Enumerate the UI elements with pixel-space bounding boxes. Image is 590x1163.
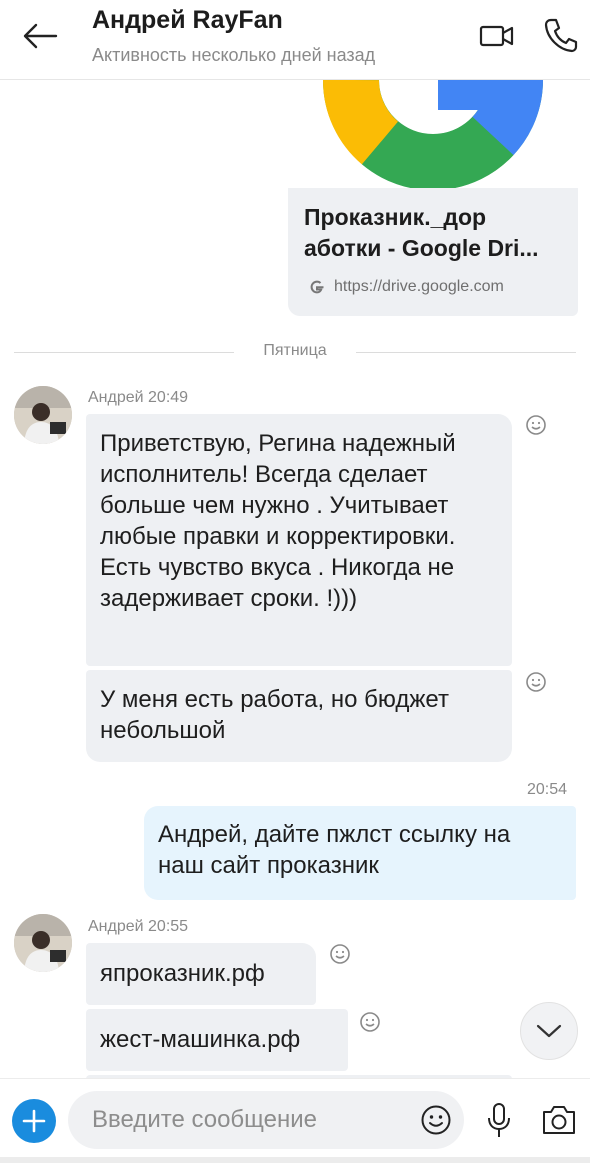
message-bubble[interactable]: жест-машинка.рф [86,1009,348,1071]
chevron-down-icon [536,1024,562,1038]
message-composer [0,1078,590,1163]
google-logo-thumbnail [288,80,578,188]
contact-name[interactable]: Андрей RayFan [92,6,283,35]
camera-button[interactable] [540,1103,578,1137]
link-preview-card[interactable]: Проказник._дор аботки - Google Dri... ht… [288,80,578,316]
message-bubble[interactable]: У меня есть работа, но бюджет небольшой [86,670,512,762]
chat-history[interactable]: Проказник._дор аботки - Google Dri... ht… [0,80,590,1078]
message-bubble[interactable]: Приветствую, Регина надежный исполнитель… [86,414,512,666]
date-label: Пятница [263,342,327,359]
camera-icon [543,1106,575,1134]
avatar[interactable] [14,914,72,972]
message-bubble-outgoing[interactable]: Андрей, дайте пжлст ссылку на наш сайт п… [144,806,576,900]
smiley-icon [421,1105,451,1135]
react-button[interactable] [524,413,548,437]
date-separator: Пятница [14,342,576,362]
react-button[interactable] [358,1010,382,1034]
google-g-icon [310,280,324,294]
add-button[interactable] [12,1099,56,1143]
scroll-to-bottom-button[interactable] [520,1002,578,1060]
chat-header: Андрей RayFan Активность несколько дней … [0,0,590,80]
voice-call-button[interactable] [542,16,578,54]
plus-icon [22,1109,46,1133]
message-time: 20:54 [527,781,568,798]
message-input-container [68,1091,464,1149]
message-bubble[interactable]: япроказник.рф [86,943,316,1005]
smiley-icon [526,672,546,692]
emoji-button[interactable] [420,1104,452,1136]
avatar[interactable] [14,386,72,444]
sender-meta: Андрей 20:49 [88,389,189,406]
microphone-button[interactable] [484,1101,514,1141]
smiley-icon [330,944,350,964]
microphone-icon [488,1103,510,1137]
message-input[interactable] [92,1103,412,1137]
phone-icon [544,18,578,53]
video-camera-icon [479,25,514,47]
bottom-bar [0,1157,590,1163]
link-url: https://drive.google.com [334,278,504,295]
link-url-row: https://drive.google.com [308,275,504,299]
react-button[interactable] [328,942,352,966]
smiley-icon [526,415,546,435]
video-call-button[interactable] [478,20,516,52]
link-title: Проказник._дор аботки - Google Dri... [304,204,539,261]
react-button[interactable] [524,670,548,694]
arrow-left-icon [23,23,58,49]
back-button[interactable] [18,18,62,54]
smiley-icon [360,1012,380,1032]
contact-status: Активность несколько дней назад [92,45,376,65]
sender-meta: Андрей 20:55 [88,918,189,935]
